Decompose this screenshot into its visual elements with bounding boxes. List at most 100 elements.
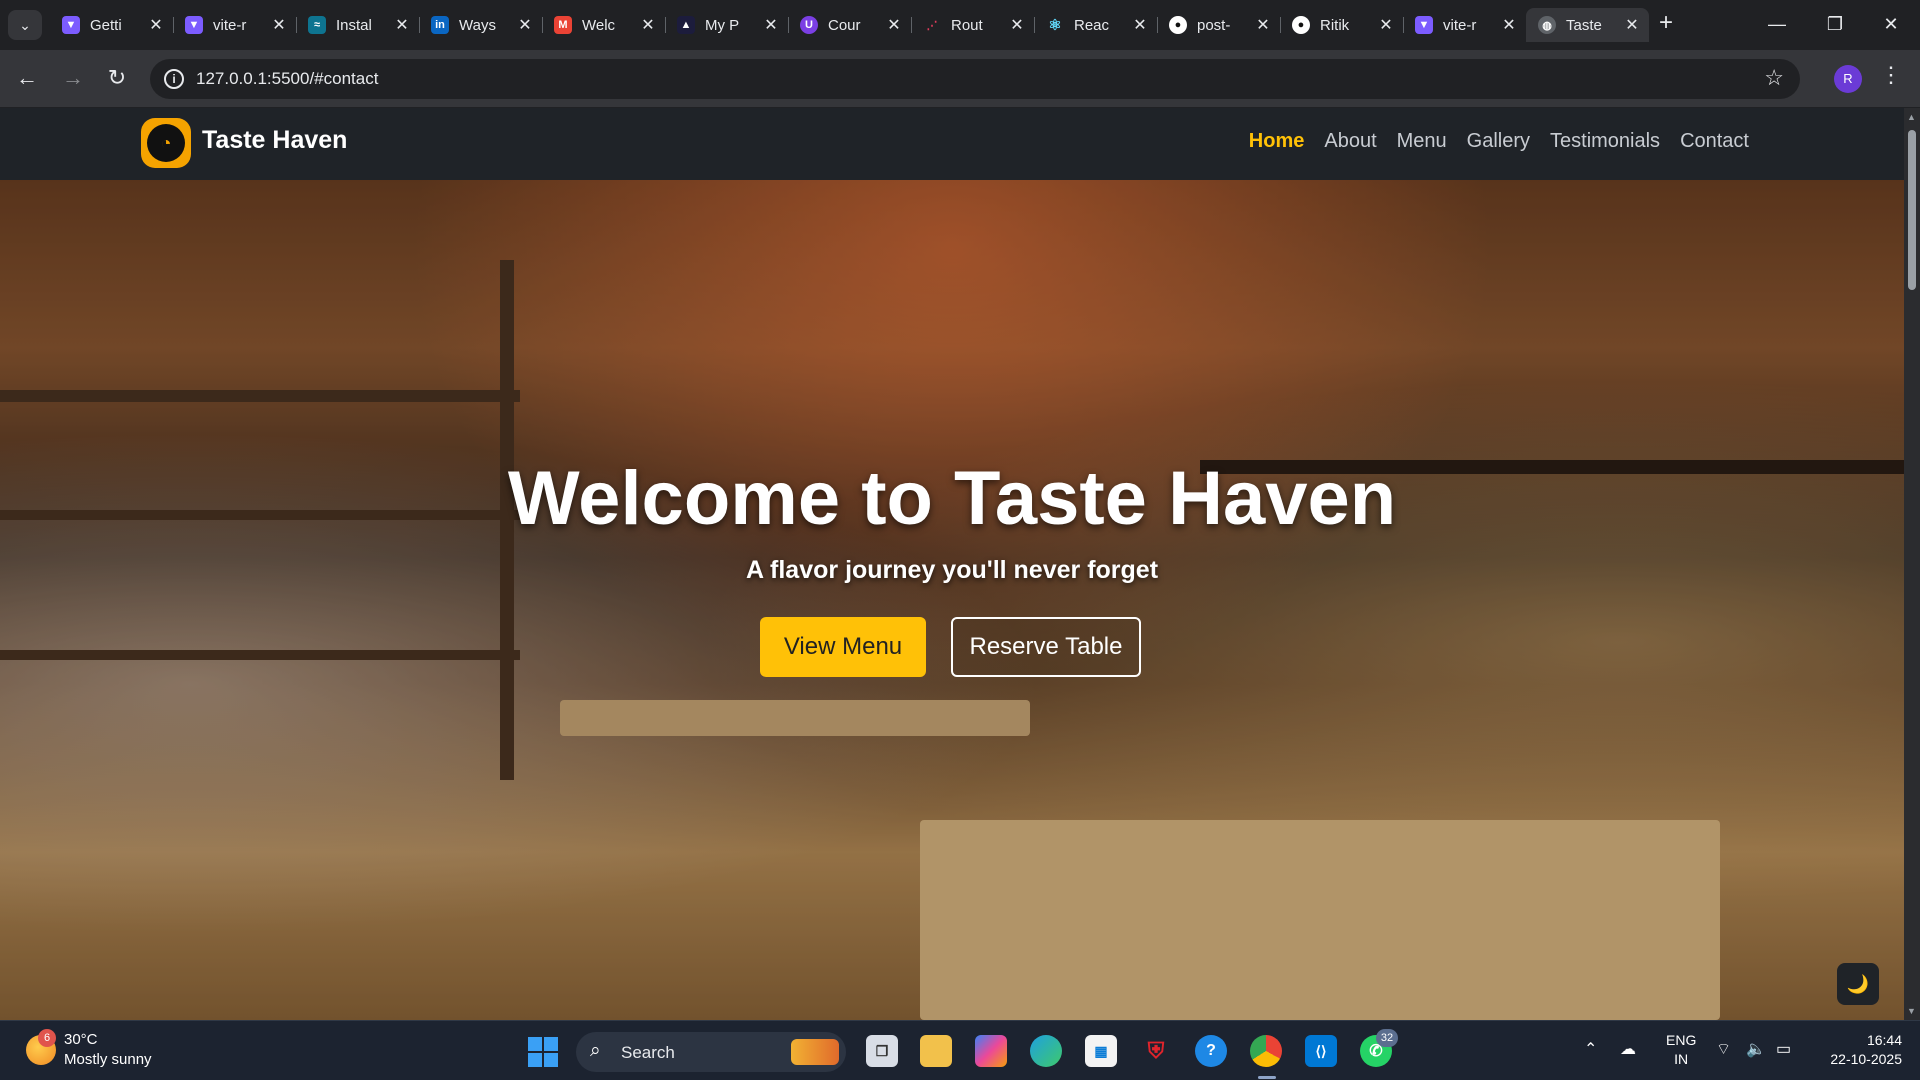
react-icon: ⚛ — [1048, 17, 1062, 34]
address-bar[interactable]: i 127.0.0.1:5500/#contact ☆ — [150, 59, 1800, 99]
language-indicator[interactable]: ENG IN — [1666, 1031, 1696, 1069]
gmail-icon: M — [554, 16, 572, 34]
tab-title: Taste — [1566, 16, 1602, 34]
task-view-icon[interactable]: ❐ — [866, 1035, 898, 1067]
theme-toggle-moon-icon[interactable]: 🌙 — [1837, 963, 1879, 1005]
logo-icon[interactable]: ◔ — [141, 118, 191, 168]
tab[interactable]: in Ways ✕ — [419, 8, 542, 42]
nav-link-home[interactable]: Home — [1249, 130, 1305, 153]
file-explorer-icon[interactable] — [920, 1035, 952, 1067]
help-icon[interactable]: ? — [1195, 1035, 1227, 1067]
close-icon[interactable]: ✕ — [639, 15, 657, 35]
whatsapp-badge: 32 — [1376, 1029, 1398, 1047]
tab-search-button[interactable]: ⌄ — [8, 10, 42, 40]
close-icon[interactable]: ✕ — [1254, 15, 1272, 35]
globe-icon: ◍ — [1538, 16, 1556, 34]
edge-icon[interactable] — [1030, 1035, 1062, 1067]
search-label: Search — [621, 1043, 675, 1062]
tab[interactable]: ⚛ Reac ✕ — [1034, 8, 1157, 42]
onedrive-cloud-icon[interactable]: ☁ — [1620, 1039, 1636, 1059]
url-text[interactable]: 127.0.0.1:5500/#contact — [196, 69, 378, 89]
tab-active[interactable]: ◍ Taste ✕ — [1526, 8, 1649, 42]
nav-link-about[interactable]: About — [1324, 130, 1376, 153]
clock-time: 16:44 — [1866, 1032, 1902, 1048]
vscode-icon[interactable]: ⟨⟩ — [1305, 1035, 1337, 1067]
nav-link-menu[interactable]: Menu — [1397, 130, 1447, 153]
tab[interactable]: ● Ritik ✕ — [1280, 8, 1403, 42]
close-icon[interactable]: ✕ — [516, 15, 534, 35]
close-icon[interactable]: ✕ — [1131, 15, 1149, 35]
close-icon[interactable]: ✕ — [393, 15, 411, 35]
volume-icon[interactable]: 🔈 — [1746, 1039, 1766, 1059]
close-icon[interactable]: ✕ — [270, 15, 288, 35]
info-icon[interactable]: i — [164, 69, 184, 89]
vite-icon: ▼ — [62, 16, 80, 34]
taskbar: 6 30°C Mostly sunny ⌕ Search ❐ ▦ ⛨ ? ⟨⟩ … — [0, 1020, 1920, 1080]
close-icon[interactable]: ✕ — [1623, 15, 1641, 35]
taskbar-search[interactable]: ⌕ Search — [576, 1032, 846, 1072]
tab-title: Cour — [828, 16, 861, 34]
github-icon: ● — [1169, 16, 1187, 34]
search-highlight-icon — [791, 1039, 839, 1065]
tab[interactable]: ▼ vite-r ✕ — [173, 8, 296, 42]
close-icon[interactable]: ✕ — [1500, 15, 1518, 35]
tab[interactable]: ▼ Getti ✕ — [50, 8, 173, 42]
hero-title: Welcome to Taste Haven — [507, 456, 1397, 541]
nav-link-testimonials[interactable]: Testimonials — [1550, 130, 1660, 153]
clock[interactable]: 16:44 22-10-2025 — [1818, 1031, 1902, 1069]
tab[interactable]: ▲ My P ✕ — [665, 8, 788, 42]
restore-button[interactable]: ❐ — [1806, 0, 1864, 48]
tab[interactable]: U Cour ✕ — [788, 8, 911, 42]
close-icon[interactable]: ✕ — [1377, 15, 1395, 35]
nav-link-contact[interactable]: Contact — [1680, 130, 1749, 153]
clock-icon: ◔ — [147, 124, 185, 162]
store-icon[interactable]: ▦ — [1085, 1035, 1117, 1067]
nav-link-gallery[interactable]: Gallery — [1467, 130, 1530, 153]
course-icon: U — [800, 16, 818, 34]
weather-desc[interactable]: Mostly sunny — [64, 1051, 152, 1068]
tab[interactable]: ⋰ Rout ✕ — [911, 8, 1034, 42]
back-button[interactable]: ← — [10, 62, 44, 96]
scrollbar-thumb[interactable] — [1908, 130, 1916, 290]
tab[interactable]: M Welc ✕ — [542, 8, 665, 42]
tab[interactable]: ≈ Instal ✕ — [296, 8, 419, 42]
show-hidden-icons-chevron-icon[interactable]: ⌃ — [1584, 1039, 1597, 1059]
github-icon: ● — [1292, 16, 1310, 34]
tab[interactable]: ▼ vite-r ✕ — [1403, 8, 1526, 42]
reserve-table-button[interactable]: Reserve Table — [951, 617, 1141, 677]
mcafee-icon[interactable]: ⛨ — [1140, 1035, 1172, 1067]
weather-temp[interactable]: 30°C — [64, 1031, 98, 1048]
close-icon[interactable]: ✕ — [1008, 15, 1026, 35]
tab-title: Reac — [1074, 16, 1110, 34]
windows-start-icon[interactable] — [528, 1037, 558, 1067]
tailwind-icon: ≈ — [308, 16, 326, 34]
brand-name[interactable]: Taste Haven — [202, 126, 347, 155]
tab[interactable]: ● post- ✕ — [1157, 8, 1280, 42]
tab-title: vite-r — [1443, 16, 1477, 34]
menu-kebab-icon[interactable]: ⋮ — [1880, 62, 1902, 88]
forward-button[interactable]: → — [56, 62, 90, 96]
bookmark-star-icon[interactable]: ☆ — [1764, 65, 1784, 91]
copilot-icon[interactable] — [975, 1035, 1007, 1067]
close-icon[interactable]: ✕ — [147, 15, 165, 35]
tab-title: post- — [1197, 16, 1231, 34]
minimize-button[interactable]: — — [1748, 0, 1806, 48]
tab-title: Welc — [582, 16, 616, 34]
battery-icon[interactable]: ▭ — [1776, 1039, 1791, 1059]
hero-subtitle: A flavor journey you'll never forget — [745, 556, 1159, 584]
new-tab-button[interactable]: + — [1652, 10, 1680, 38]
page-scrollbar[interactable]: ▲ ▼ — [1904, 108, 1920, 1020]
close-window-button[interactable]: ✕ — [1862, 0, 1920, 48]
view-menu-button[interactable]: View Menu — [760, 617, 926, 677]
wifi-icon[interactable]: ⌔ — [1716, 1039, 1731, 1059]
tab-title: Instal — [336, 16, 372, 34]
reload-button[interactable]: ↻ — [100, 62, 134, 96]
vite-icon: ▼ — [1415, 16, 1433, 34]
profile-avatar[interactable]: R — [1834, 65, 1862, 93]
scroll-down-arrow-icon[interactable]: ▼ — [1907, 1006, 1916, 1016]
close-icon[interactable]: ✕ — [762, 15, 780, 35]
linkedin-icon: in — [431, 16, 449, 34]
chrome-icon[interactable] — [1250, 1035, 1282, 1067]
scroll-up-arrow-icon[interactable]: ▲ — [1907, 112, 1916, 122]
close-icon[interactable]: ✕ — [885, 15, 903, 35]
